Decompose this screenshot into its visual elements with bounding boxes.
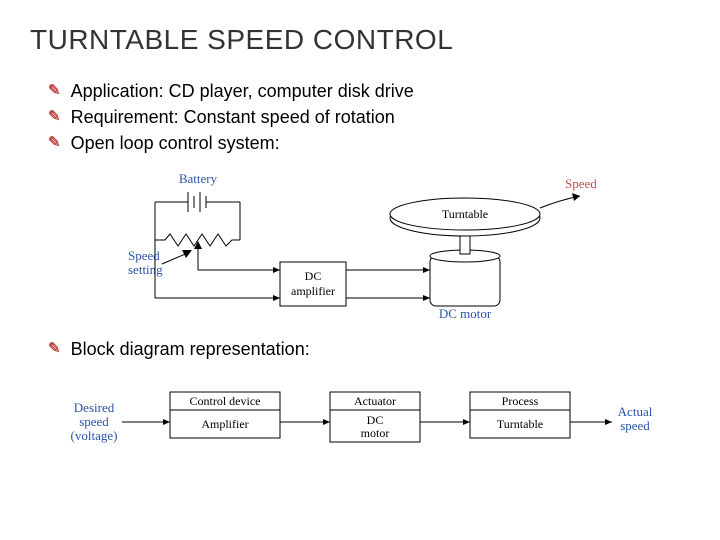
- bullet-item: ✎ Application: CD player, computer disk …: [48, 80, 690, 102]
- bullet-icon: ✎: [48, 80, 61, 102]
- input-label-1: Desired: [74, 400, 115, 415]
- bullet-text: Open loop control system:: [71, 132, 280, 154]
- output-label-2: speed: [620, 418, 650, 433]
- battery-label: Battery: [179, 171, 218, 186]
- block-diagram: Desired speed (voltage) Control device A…: [30, 376, 690, 466]
- bullet-item: ✎ Block diagram representation:: [48, 338, 690, 360]
- speed-label: Speed: [565, 176, 597, 191]
- turntable-block-label: Turntable: [497, 417, 543, 431]
- speed-setting-label-2: setting: [128, 262, 163, 277]
- input-label-3: (voltage): [71, 428, 118, 443]
- dc-amp-label-2: amplifier: [291, 284, 335, 298]
- bullet-text: Requirement: Constant speed of rotation: [71, 106, 395, 128]
- slide-title: TURNTABLE SPEED CONTROL: [30, 24, 690, 56]
- bullet-icon: ✎: [48, 132, 61, 154]
- turntable-label: Turntable: [442, 207, 488, 221]
- open-loop-schematic: Battery Speed setting DC amplifier DC mo…: [30, 170, 690, 320]
- control-device-label: Control device: [190, 394, 261, 408]
- bullet-icon: ✎: [48, 338, 61, 360]
- bullet-item: ✎ Requirement: Constant speed of rotatio…: [48, 106, 690, 128]
- bullet-item: ✎ Open loop control system:: [48, 132, 690, 154]
- dc-motor-label: DC motor: [439, 306, 492, 320]
- dc-label: DC: [367, 413, 384, 427]
- motor-label: motor: [361, 426, 390, 440]
- bullet-icon: ✎: [48, 106, 61, 128]
- bullet-list-2: ✎ Block diagram representation:: [48, 338, 690, 360]
- process-label: Process: [502, 394, 539, 408]
- output-label-1: Actual: [618, 404, 653, 419]
- bullet-list: ✎ Application: CD player, computer disk …: [48, 80, 690, 154]
- bullet-text: Application: CD player, computer disk dr…: [71, 80, 414, 102]
- dc-amp-label-1: DC: [305, 269, 322, 283]
- input-label-2: speed: [79, 414, 109, 429]
- actuator-label: Actuator: [354, 394, 396, 408]
- bullet-text: Block diagram representation:: [71, 338, 310, 360]
- amplifier-label: Amplifier: [201, 417, 248, 431]
